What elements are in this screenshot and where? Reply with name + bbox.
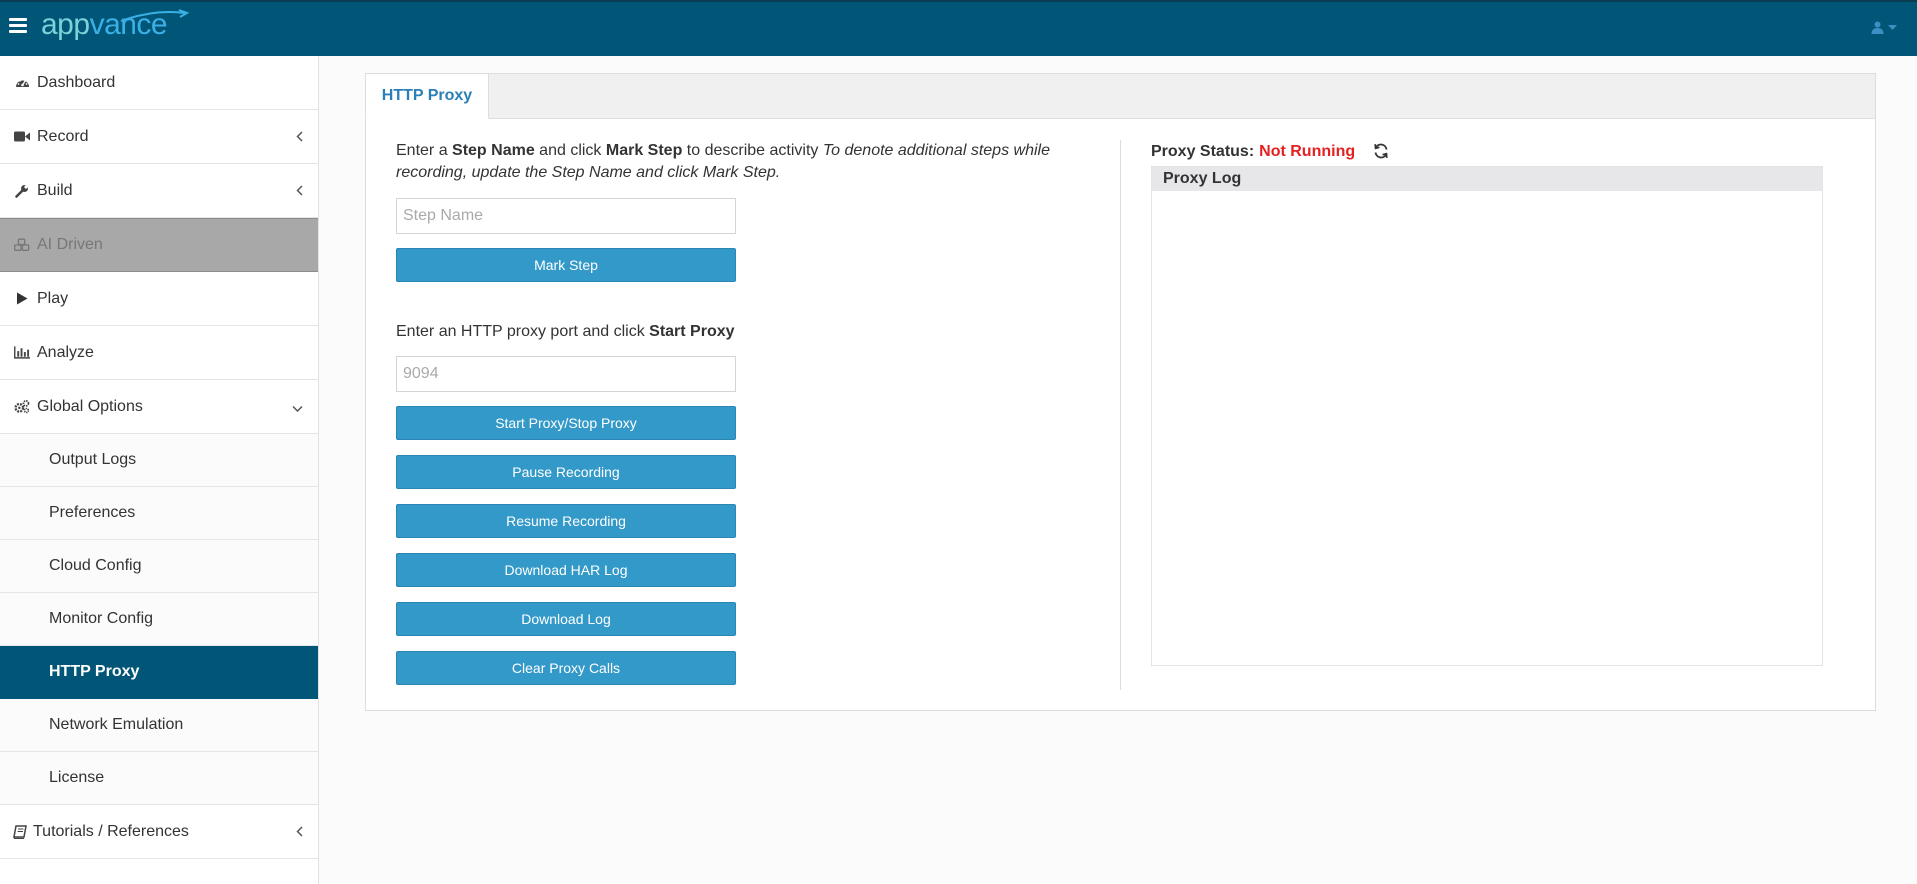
appvance-logo[interactable]: appvance [41,8,190,42]
sidebar-item-label: Analyze [37,343,94,361]
sidebar-subitem-label: Monitor Config [49,610,154,627]
start-stop-proxy-button[interactable]: Start Proxy/Stop Proxy [396,406,736,440]
sidebar-item-label: Tutorials / References [33,822,189,840]
sidebar-item-dashboard[interactable]: Dashboard [0,56,318,110]
sidebar-item-analyze[interactable]: Analyze [0,326,318,380]
sidebar-item-label: Dashboard [37,73,116,91]
download-log-button[interactable]: Download Log [396,602,736,636]
http-proxy-panel: HTTP Proxy Enter a Step Name and click M… [365,73,1876,711]
sidebar-subitem-label: Cloud Config [49,557,142,574]
refresh-icon[interactable] [1373,143,1391,161]
sidebar-subitem-preferences[interactable]: Preferences [0,487,318,540]
sidebar-item-record[interactable]: Record [0,110,318,164]
sidebar-item-label: Play [37,289,69,307]
chevron-left-icon [296,824,303,840]
bar-chart-icon [14,345,30,361]
proxy-log-title: Proxy Log [1152,167,1822,191]
proxy-log-content[interactable] [1152,191,1822,665]
sidebar-subitem-label: Preferences [49,504,136,521]
mark-step-button[interactable]: Mark Step [396,248,736,282]
download-har-log-button[interactable]: Download HAR Log [396,553,736,587]
logo-swoosh-icon [120,9,190,22]
sidebar-subitem-label: Network Emulation [49,716,184,733]
step-instructions: Enter a Step Name and click Mark Step to… [396,142,1050,181]
proxy-port-input[interactable] [396,356,736,392]
sidebar-item-build[interactable]: Build [0,164,318,218]
proxy-instructions: Enter an HTTP proxy port and click Start… [396,323,735,340]
sidebar-item-label: Global Options [37,397,143,415]
chevron-down-icon [292,399,303,415]
tab-http-proxy[interactable]: HTTP Proxy [365,73,489,119]
sidebar-item-play[interactable]: Play [0,272,318,326]
sidebar-item-label: Record [37,127,89,145]
tab-bar: HTTP Proxy [365,73,1875,119]
cubes-icon [14,237,30,253]
proxy-status-value: Not Running [1259,143,1356,160]
sidebar-subitem-monitor-config[interactable]: Monitor Config [0,593,318,646]
user-menu[interactable] [1871,21,1897,34]
wrench-icon [14,183,30,199]
video-camera-icon [14,129,30,145]
sidebar-item-tutorials[interactable]: Tutorials / References [0,805,318,859]
step-name-input[interactable] [396,198,736,234]
sidebar: Dashboard Record Build AI Driven Play An… [0,56,319,884]
proxy-status-row: Proxy Status: Not Running [1151,140,1823,164]
sidebar-item-label: AI Driven [37,236,103,253]
proxy-log-box[interactable]: Proxy Log [1151,166,1823,666]
sidebar-subitem-license[interactable]: License [0,752,318,805]
sidebar-subitem-network-emulation[interactable]: Network Emulation [0,699,318,752]
sidebar-subitem-label: Output Logs [49,451,137,468]
sidebar-subitem-label: License [49,769,105,786]
proxy-controls: Enter a Step Name and click Mark Step to… [396,140,1076,685]
gears-icon [14,399,30,415]
pause-recording-button[interactable]: Pause Recording [396,455,736,489]
chevron-left-icon [296,183,303,199]
sidebar-subitem-label: HTTP Proxy [49,663,140,680]
book-icon [12,824,28,840]
user-icon [1871,21,1884,34]
clear-proxy-calls-button[interactable]: Clear Proxy Calls [396,651,736,685]
top-navbar: appvance [0,0,1917,56]
play-icon [14,291,30,307]
dashboard-icon [14,75,30,91]
sidebar-item-label: Build [37,181,73,199]
sidebar-subitem-output-logs[interactable]: Output Logs [0,434,318,487]
resume-recording-button[interactable]: Resume Recording [396,504,736,538]
hamburger-menu-icon[interactable] [9,18,27,34]
caret-down-icon [1888,24,1897,30]
sidebar-item-global-options[interactable]: Global Options [0,380,318,434]
column-divider [1120,140,1121,690]
chevron-left-icon [296,129,303,145]
sidebar-subitem-cloud-config[interactable]: Cloud Config [0,540,318,593]
proxy-status-area: Proxy Status: Not Running Proxy Log [1151,140,1823,666]
proxy-status-label: Proxy Status: [1151,143,1255,160]
sidebar-item-ai-driven: AI Driven [0,218,318,272]
sidebar-subitem-http-proxy[interactable]: HTTP Proxy [0,646,318,699]
